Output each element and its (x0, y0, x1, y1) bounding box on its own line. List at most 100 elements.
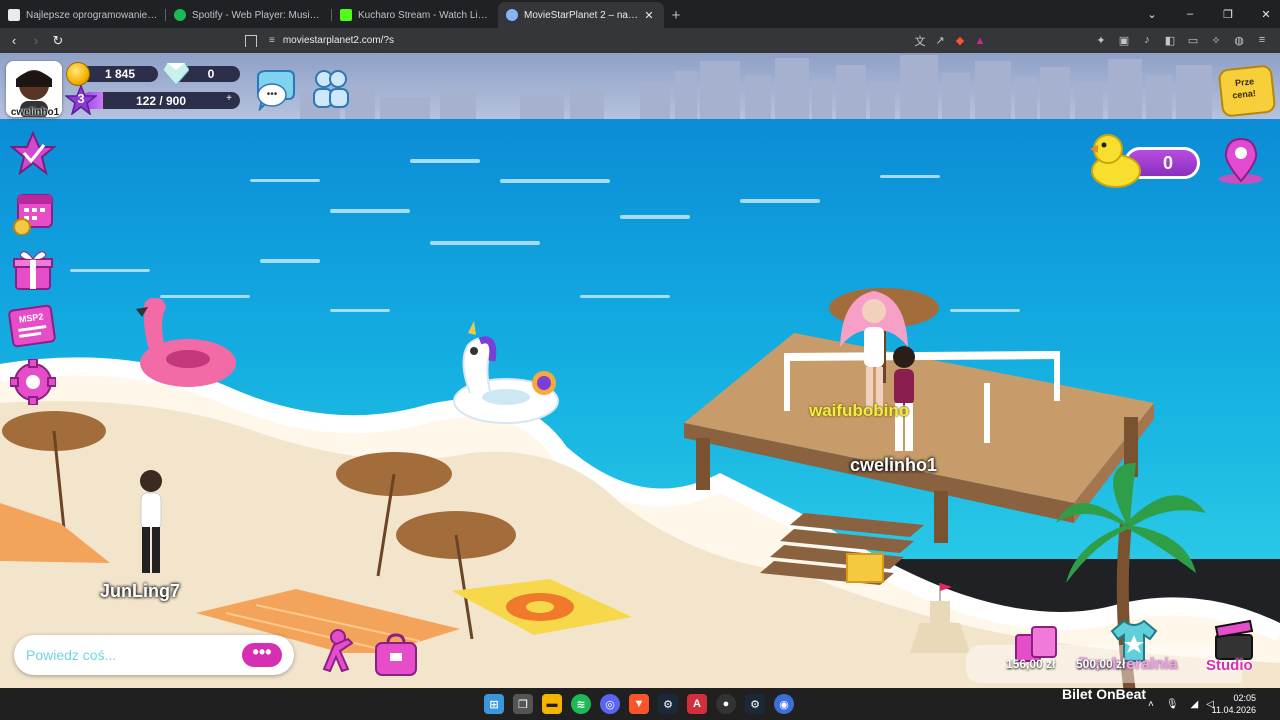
dance-animation-icon[interactable] (312, 629, 356, 681)
msp2-line (19, 331, 42, 338)
character-name-junling7: JunLing7 (100, 581, 180, 601)
msp2-news-icon[interactable]: MSP2 (7, 304, 57, 348)
city-skyline (300, 55, 1212, 123)
tab-strip: Najlepsze oprogramowanie do ulepsz Spoti… (0, 0, 1280, 28)
chat-more-button[interactable]: ••• (242, 643, 282, 667)
map-location-icon[interactable] (1216, 137, 1266, 185)
file-explorer-icon[interactable]: ▬ (542, 694, 562, 714)
start-button-icon[interactable]: ⊞ (484, 694, 504, 714)
now-playing-label: Bilet OnBeat (1062, 686, 1147, 702)
microphone-icon[interactable]: 🎙 (1166, 699, 1179, 710)
forward-icon[interactable]: › (26, 31, 46, 51)
kick-icon (340, 9, 352, 21)
prize-badge[interactable]: Prze cena! (1217, 64, 1277, 118)
app-icon[interactable]: ◉ (774, 694, 794, 714)
music-icon[interactable]: ♪ (1137, 30, 1157, 50)
duck-icon (1090, 134, 1141, 188)
tab-3-title: Kucharo Stream - Watch Live on Kick (358, 9, 490, 21)
translate-icon[interactable]: 文 (910, 31, 930, 51)
tab-4-active[interactable]: MovieStarPlanet 2 – najlepsz ✕ (498, 2, 664, 28)
steam-alt-icon[interactable]: ⚙ (745, 694, 765, 714)
price-label-2: 500,00 zł (1076, 657, 1126, 671)
task-view-icon[interactable]: ❐ (513, 694, 533, 714)
tab-2-title: Spotify - Web Player: Music for every (192, 9, 324, 21)
prize-badge-line1: Prze (1234, 76, 1255, 89)
gift-icon[interactable] (10, 247, 56, 293)
clock-date: 11.04.2026 (1211, 705, 1256, 715)
close-window-button[interactable]: ✕ (1252, 0, 1280, 28)
bookmark-icon[interactable] (245, 34, 257, 47)
taskbar-clock[interactable]: 02:05 11.04.2026 (1212, 692, 1256, 716)
svg-text:•••: ••• (267, 89, 278, 100)
msp2-line (18, 325, 47, 332)
minimize-button[interactable]: – (1176, 0, 1204, 28)
site-info-icon[interactable]: ≡ (269, 35, 275, 46)
new-tab-button[interactable]: + (664, 2, 688, 28)
tab-search-icon[interactable]: ⌄ (1138, 0, 1166, 28)
tab-1-favicon-icon (8, 9, 20, 21)
golden-gift[interactable] (846, 553, 884, 583)
screenshot-icon[interactable]: ▣ (1114, 30, 1134, 50)
coin-icon (66, 62, 90, 86)
brave-browser-icon[interactable]: ▼ (629, 694, 649, 714)
chat-box: ••• (14, 635, 294, 675)
menu-icon[interactable]: ≡ (1252, 30, 1272, 50)
vpn-icon[interactable]: ◍ (1229, 30, 1249, 50)
character-name-cwelinho1: cwelinho1 (850, 455, 938, 475)
game-viewport[interactable]: waifubobino cwelinho1 JunLing7 cwelinho1… (0, 53, 1280, 688)
flamingo-float (136, 298, 236, 387)
reload-icon[interactable]: ↻ (48, 31, 68, 51)
chat-input[interactable] (26, 644, 226, 666)
discord-icon[interactable]: ◎ (600, 694, 620, 714)
extensions-icon[interactable]: ✦ (1091, 30, 1111, 50)
prize-badge-line2: cena! (1231, 88, 1257, 101)
star-menu-icon[interactable] (10, 131, 56, 177)
msp-favicon-icon (506, 9, 518, 21)
price-label-1: 156,00 zł (1006, 657, 1056, 671)
settings-gear-icon[interactable] (10, 359, 56, 405)
msp2-label: MSP2 (18, 311, 44, 325)
level-number: 3 (77, 91, 85, 106)
tab-4-title: MovieStarPlanet 2 – najlepsz (524, 9, 638, 21)
xp-bar: 122 / 900 + (82, 92, 240, 109)
spotify-taskbar-icon[interactable]: ≋ (571, 694, 591, 714)
beach-towels (0, 503, 632, 653)
duck-counter-value: 0 (1163, 153, 1174, 173)
tray-expand-icon[interactable]: ˄ (1148, 699, 1154, 710)
character-junling7[interactable] (134, 469, 168, 579)
extensions-area: ✦ ▣ ♪ ◧ ▭ ✧ ◍ ≡ (1088, 30, 1272, 50)
tab-3[interactable]: Kucharo Stream - Watch Live on Kick (332, 2, 498, 28)
tab-2[interactable]: Spotify - Web Player: Music for every (166, 2, 332, 28)
tab-1-title: Najlepsze oprogramowanie do ulepsz (26, 9, 158, 21)
address-bar[interactable]: ≡ moviestarplanet2.com/?s 文 ↗ ◆ ▲ (245, 30, 990, 51)
character-waifubobino[interactable] (832, 287, 916, 417)
wallet-icon[interactable]: ▭ (1183, 30, 1203, 50)
leo-icon[interactable]: ✧ (1206, 30, 1226, 50)
xp-plus-icon[interactable]: + (226, 92, 232, 106)
sidebar-icon[interactable]: ◧ (1160, 30, 1180, 50)
brave-shield-icon[interactable]: ◆ (950, 31, 970, 51)
github-icon[interactable]: ● (716, 694, 736, 714)
window-controls: ⌄ – ❐ ✕ (1128, 0, 1280, 28)
close-tab-icon[interactable]: ✕ (642, 9, 656, 22)
calendar-icon[interactable] (10, 189, 56, 235)
share-icon[interactable]: ↗ (930, 31, 950, 51)
chat-bubble-icon[interactable]: ••• (252, 69, 296, 111)
url-text[interactable]: moviestarplanet2.com/?s (283, 35, 394, 46)
maximize-button[interactable]: ❐ (1214, 0, 1242, 28)
spotify-icon (174, 9, 186, 21)
clock-time: 02:05 (1233, 693, 1256, 703)
studio-label[interactable]: Studio (1206, 657, 1253, 674)
brave-rewards-icon[interactable]: ▲ (970, 31, 990, 51)
xp-text: 122 / 900 (135, 93, 187, 108)
player-name: cwelinho1 (10, 107, 60, 118)
browser-toolbar: ‹ › ↻ ≡ moviestarplanet2.com/?s 文 ↗ ◆ ▲ … (0, 28, 1280, 53)
wifi-icon[interactable]: ◢ (1191, 699, 1199, 710)
wardrobe-bag-icon[interactable] (372, 633, 420, 679)
diamond-icon (163, 62, 189, 85)
adobe-icon[interactable]: A (687, 694, 707, 714)
back-icon[interactable]: ‹ (4, 31, 24, 51)
friends-icon[interactable] (308, 67, 354, 111)
steam-icon[interactable]: ⚙ (658, 694, 678, 714)
tab-1[interactable]: Najlepsze oprogramowanie do ulepsz (0, 2, 166, 28)
